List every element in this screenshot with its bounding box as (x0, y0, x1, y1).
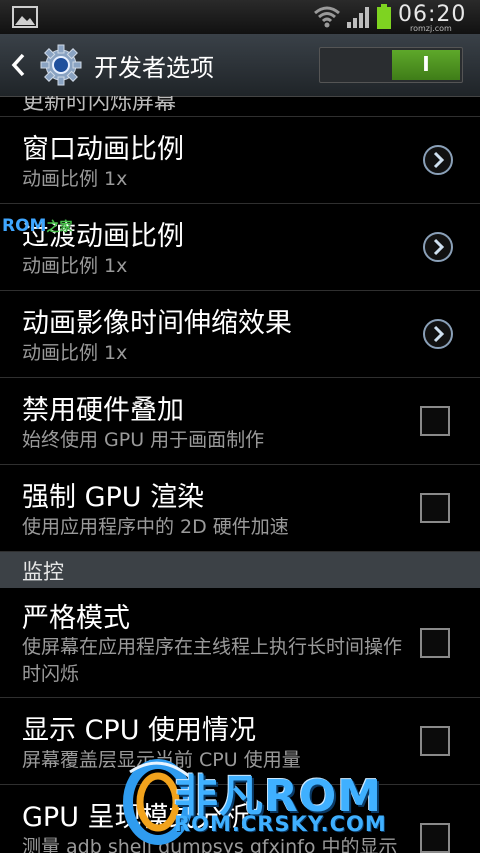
disable-hw-overlays-checkbox[interactable] (420, 406, 450, 436)
chevron-left-icon[interactable] (10, 53, 26, 77)
force-gpu-rendering-row[interactable]: 强制 GPU 渲染 使用应用程序中的 2D 硬件加速 (0, 465, 480, 552)
brand-watermark-logo: 非凡ROM ROM.CRSKY.COM (120, 752, 450, 847)
row-summary: 始终使用 GPU 用于画面制作 (22, 429, 265, 451)
row-summary: 使屏幕在应用程序在主线程上执行长时间操作时闪烁 (22, 636, 403, 685)
row-title: 强制 GPU 渲染 (22, 482, 205, 513)
battery-icon (377, 4, 391, 29)
developer-options-toggle[interactable]: I (319, 47, 463, 83)
page-title: 开发者选项 (94, 54, 214, 82)
rom-badge-text: ROM (2, 216, 47, 236)
disable-hw-overlays-row[interactable]: 禁用硬件叠加 始终使用 GPU 用于画面制作 (0, 378, 480, 465)
toggle-label: I (422, 52, 430, 76)
row-summary: 动画比例 1x (22, 342, 128, 364)
row-title: 禁用硬件叠加 (22, 395, 184, 426)
wifi-icon (314, 6, 340, 28)
settings-list: 更新时闪烁屏幕 窗口动画比例 动画比例 1x 过渡动画比例 动画比例 1x 动画… (0, 96, 480, 853)
picture-icon (12, 6, 38, 28)
toggle-knob[interactable]: I (392, 50, 460, 80)
rom-watermark-badge: ROM之家 (2, 216, 72, 236)
row-title: 显示 CPU 使用情况 (22, 715, 257, 746)
status-bar: 06:20 romzj.com (0, 0, 480, 34)
strict-mode-checkbox[interactable] (420, 628, 450, 658)
window-animation-scale-row[interactable]: 窗口动画比例 动画比例 1x (0, 117, 480, 204)
signal-icon (347, 7, 369, 28)
row-summary: 动画比例 1x (22, 255, 128, 277)
section-header-monitoring: 监控 (0, 552, 480, 588)
strict-mode-row[interactable]: 严格模式 使屏幕在应用程序在主线程上执行长时间操作时闪烁 (0, 588, 480, 698)
row-summary: 使用应用程序中的 2D 硬件加速 (22, 516, 289, 538)
row-title: 动画影像时间伸缩效果 (22, 308, 292, 339)
section-header-label: 监控 (22, 560, 64, 584)
animator-duration-scale-row[interactable]: 动画影像时间伸缩效果 动画比例 1x (0, 291, 480, 378)
partial-row-text: 更新时闪烁屏幕 (22, 96, 177, 115)
force-gpu-rendering-checkbox[interactable] (420, 493, 450, 523)
gear-icon[interactable] (40, 44, 82, 86)
row-summary: 动画比例 1x (22, 168, 128, 190)
chevron-right-icon[interactable] (422, 144, 454, 176)
status-watermark: romzj.com (410, 24, 452, 33)
list-item[interactable]: 更新时闪烁屏幕 (0, 96, 480, 117)
row-title: 窗口动画比例 (22, 134, 184, 165)
rom-badge-zh: 之家 (46, 220, 73, 235)
row-title: 严格模式 (22, 603, 130, 634)
action-bar: 开发者选项 I (0, 34, 480, 97)
chevron-right-icon[interactable] (422, 318, 454, 350)
chevron-right-icon[interactable] (422, 231, 454, 263)
brand-url: ROM.CRSKY.COM (174, 812, 387, 836)
